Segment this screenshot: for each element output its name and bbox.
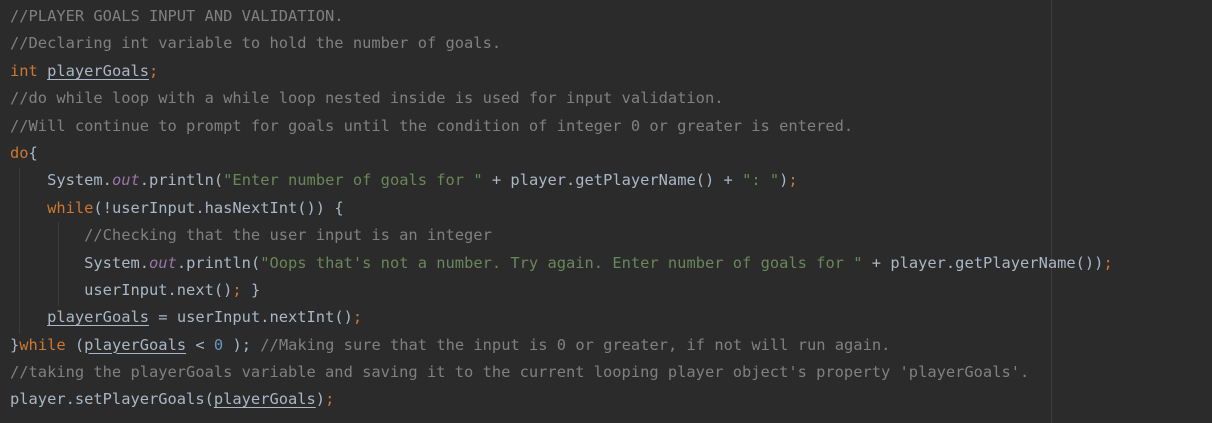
code-token: System. — [10, 171, 112, 190]
keyword-token: int — [10, 61, 48, 80]
keyword-token: while — [19, 335, 75, 354]
variable-token: playerGoals — [213, 390, 316, 409]
code-line[interactable]: //Will continue to prompt for goals unti… — [10, 113, 1113, 140]
code-token: = userInput.nextInt() — [149, 308, 353, 327]
code-token: (!userInput.hasNextInt()) { — [93, 198, 344, 217]
code-line[interactable]: //PLAYER GOALS INPUT AND VALIDATION. — [10, 3, 1113, 30]
code-line[interactable]: System.out.println("Enter number of goal… — [10, 167, 1113, 194]
code-token: ( — [74, 335, 85, 354]
number-token: 0 — [213, 335, 224, 354]
code-token: .println( — [139, 171, 224, 190]
code-token: ); — [223, 335, 261, 354]
comment-token: //taking the playerGoals variable and sa… — [10, 363, 1030, 382]
code-line[interactable]: //Checking that the user input is an int… — [10, 222, 1113, 249]
keyword-token: ; — [352, 308, 363, 327]
code-line[interactable]: System.out.println("Oops that's not a nu… — [10, 250, 1113, 277]
comment-token: //Checking that the user input is an int… — [10, 226, 492, 245]
code-line[interactable]: }while (playerGoals < 0 ); //Making sure… — [10, 332, 1113, 359]
variable-token: playerGoals — [47, 61, 150, 80]
code-token: } — [10, 335, 20, 354]
code-token: .println( — [176, 253, 261, 272]
code-token: { — [28, 143, 38, 162]
keyword-token: do — [10, 143, 29, 162]
code-line[interactable]: player.setPlayerGoals(playerGoals); — [10, 386, 1113, 413]
variable-token: playerGoals — [84, 335, 187, 354]
code-line[interactable]: playerGoals = userInput.nextInt(); — [10, 304, 1113, 331]
code-token: + player.getPlayerName()) — [862, 253, 1104, 272]
keyword-token: ; — [232, 280, 251, 299]
string-token: "Oops that's not a number. Try again. En… — [260, 253, 863, 272]
comment-token: //Will continue to prompt for goals unti… — [10, 116, 854, 135]
code-editor[interactable]: //PLAYER GOALS INPUT AND VALIDATION. //De… — [0, 0, 1212, 423]
static-field-token: out — [149, 253, 177, 272]
code-line[interactable]: while(!userInput.hasNextInt()) { — [10, 195, 1113, 222]
code-token: System. — [10, 253, 149, 272]
comment-token: //do while loop with a while loop nested… — [10, 89, 724, 108]
keyword-token: ; — [1103, 253, 1113, 272]
code-token: ) — [315, 390, 326, 409]
comment-token: //PLAYER GOALS INPUT AND VALIDATION. — [10, 7, 344, 25]
code-token: < — [186, 335, 214, 354]
code-token: player.setPlayerGoals( — [10, 390, 214, 409]
keyword-token: while — [47, 198, 94, 217]
keyword-token: ; — [149, 61, 159, 80]
string-token: ": " — [742, 171, 780, 190]
variable-token: playerGoals — [47, 308, 150, 327]
string-token: "Enter number of goals for " — [223, 171, 483, 190]
code-line[interactable]: do{ — [10, 140, 1113, 167]
code-token: } — [250, 280, 261, 299]
static-field-token: out — [111, 171, 140, 190]
code-line[interactable]: //taking the playerGoals variable and sa… — [10, 359, 1113, 386]
code-line[interactable]: //Declaring int variable to hold the num… — [10, 30, 1113, 57]
comment-token: //Making sure that the input is 0 or gre… — [260, 335, 891, 354]
code-token: + player.getPlayerName() + — [482, 171, 743, 190]
code-line[interactable]: userInput.next(); } — [10, 277, 1113, 304]
keyword-token: ; — [788, 171, 798, 190]
code-area[interactable]: //PLAYER GOALS INPUT AND VALIDATION. //De… — [10, 3, 1113, 414]
keyword-token: ; — [325, 390, 335, 409]
code-line[interactable]: int playerGoals; — [10, 58, 1113, 85]
code-line[interactable]: //do while loop with a while loop nested… — [10, 85, 1113, 112]
comment-token: //Declaring int variable to hold the num… — [10, 34, 502, 53]
code-token: userInput.next() — [10, 280, 233, 299]
